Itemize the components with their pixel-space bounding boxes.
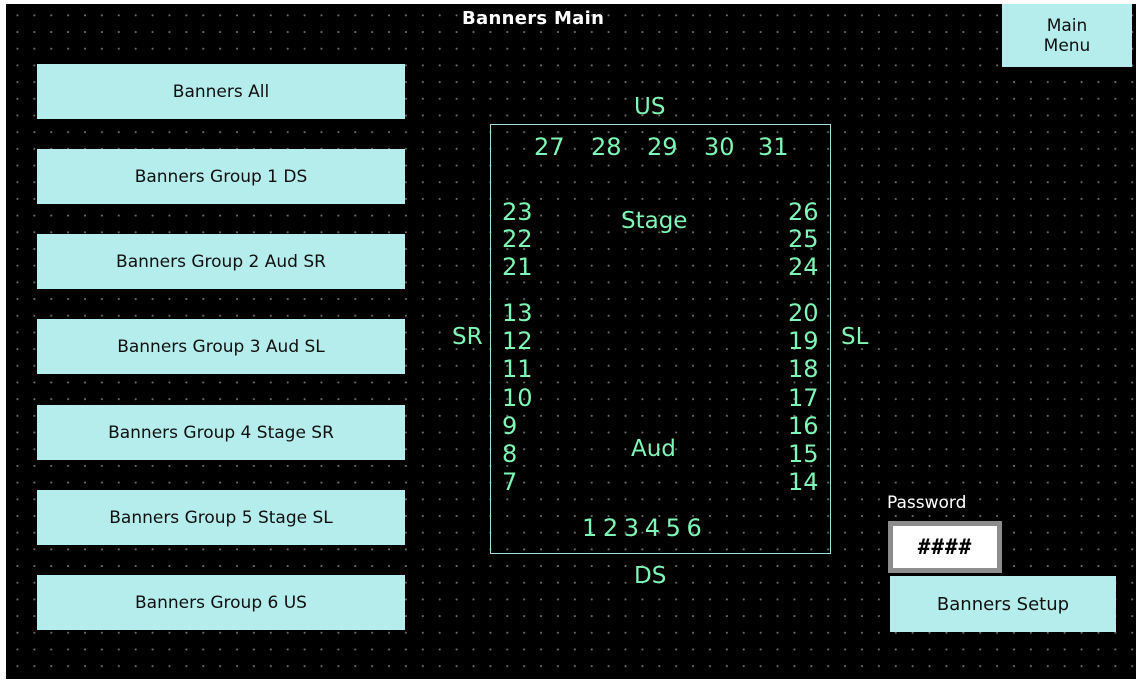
- banner-number: 12: [502, 327, 533, 355]
- banner-number: 11: [502, 355, 533, 383]
- banner-number: 30: [704, 133, 735, 161]
- banner-number: 23: [502, 198, 533, 226]
- password-field[interactable]: ####: [888, 521, 1002, 573]
- banner-number: 20: [788, 299, 819, 327]
- banners-group-6-us-button[interactable]: Banners Group 6 US: [37, 575, 405, 630]
- main-menu-button[interactable]: Main Menu: [1002, 4, 1132, 67]
- banner-numbers-bottom-row: 1 2 3 4 5 6: [582, 514, 702, 542]
- banner-number: 8: [502, 440, 518, 468]
- banner-number: 22: [502, 225, 533, 253]
- password-label: Password: [887, 493, 967, 513]
- banner-number: 19: [788, 327, 819, 355]
- stage-outline: [490, 124, 831, 554]
- banner-number: 26: [788, 198, 819, 226]
- banner-number: 29: [647, 133, 678, 161]
- main-menu-label-line1: Main: [1046, 15, 1088, 36]
- banner-number: 9: [502, 412, 518, 440]
- banner-number: 15: [788, 440, 819, 468]
- banner-number: 25: [788, 225, 819, 253]
- banner-number: 24: [788, 253, 819, 281]
- banner-number: 16: [788, 412, 819, 440]
- main-menu-label-line2: Menu: [1043, 35, 1091, 56]
- banner-number: 17: [788, 384, 819, 412]
- banners-group-3-aud-sl-button[interactable]: Banners Group 3 Aud SL: [37, 319, 405, 374]
- banner-number: 31: [758, 133, 789, 161]
- stage-label: Stage: [621, 208, 688, 234]
- sr-label: SR: [452, 324, 483, 350]
- hmi-screen: Banners Main Main Menu Banners All Banne…: [6, 4, 1136, 679]
- banners-group-1-ds-button[interactable]: Banners Group 1 DS: [37, 149, 405, 204]
- aud-label: Aud: [631, 436, 676, 462]
- banners-group-2-aud-sr-button[interactable]: Banners Group 2 Aud SR: [37, 234, 405, 289]
- banner-number: 18: [788, 355, 819, 383]
- banners-all-button[interactable]: Banners All: [37, 64, 405, 119]
- banners-setup-button[interactable]: Banners Setup: [890, 576, 1116, 632]
- banner-number: 27: [534, 133, 565, 161]
- sl-label: SL: [841, 324, 869, 350]
- banners-group-4-stage-sr-button[interactable]: Banners Group 4 Stage SR: [37, 405, 405, 460]
- banner-number: 14: [788, 468, 819, 496]
- banner-number: 7: [502, 468, 518, 496]
- banner-number: 21: [502, 253, 533, 281]
- banner-number: 13: [502, 299, 533, 327]
- ds-label: DS: [634, 563, 667, 589]
- banners-group-5-stage-sl-button[interactable]: Banners Group 5 Stage SL: [37, 490, 405, 545]
- us-label: US: [634, 94, 666, 120]
- banner-number: 28: [591, 133, 622, 161]
- banner-number: 10: [502, 384, 533, 412]
- page-title: Banners Main: [462, 8, 605, 29]
